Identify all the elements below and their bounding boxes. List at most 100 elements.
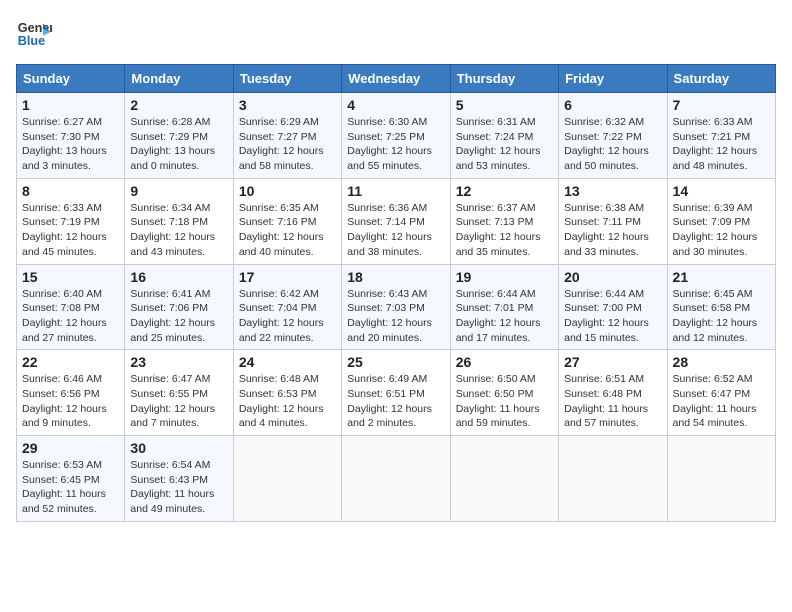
day-number: 3 xyxy=(239,97,336,113)
day-cell: 17 Sunrise: 6:42 AMSunset: 7:04 PMDayligh… xyxy=(233,264,341,350)
day-detail: Sunrise: 6:36 AMSunset: 7:14 PMDaylight:… xyxy=(347,201,444,260)
day-cell: 12Sunrise: 6:37 AMSunset: 7:13 PMDayligh… xyxy=(450,178,558,264)
day-cell xyxy=(667,436,775,522)
day-cell: 10 Sunrise: 6:35 AMSunset: 7:16 PMDayligh… xyxy=(233,178,341,264)
day-number: 2 xyxy=(130,97,227,113)
col-header-saturday: Saturday xyxy=(667,65,775,93)
day-detail: Sunrise: 6:31 AMSunset: 7:24 PMDaylight:… xyxy=(456,115,553,174)
day-cell: 20 Sunrise: 6:44 AMSunset: 7:00 PMDayligh… xyxy=(559,264,667,350)
day-cell: 25 Sunrise: 6:49 AMSunset: 6:51 PMDayligh… xyxy=(342,350,450,436)
day-cell: 6 Sunrise: 6:32 AMSunset: 7:22 PMDaylight… xyxy=(559,93,667,179)
day-cell: 30 Sunrise: 6:54 AMSunset: 6:43 PMDayligh… xyxy=(125,436,233,522)
day-number: 14 xyxy=(673,183,770,199)
day-cell: 24Sunrise: 6:48 AMSunset: 6:53 PMDayligh… xyxy=(233,350,341,436)
day-cell: 13 Sunrise: 6:38 AMSunset: 7:11 PMDayligh… xyxy=(559,178,667,264)
day-cell: 5 Sunrise: 6:31 AMSunset: 7:24 PMDaylight… xyxy=(450,93,558,179)
logo-icon: General Blue xyxy=(16,16,52,52)
day-cell: 19 Sunrise: 6:44 AMSunset: 7:01 PMDayligh… xyxy=(450,264,558,350)
day-detail: Sunrise: 6:40 AMSunset: 7:08 PMDaylight:… xyxy=(22,287,119,346)
day-detail: Sunrise: 6:28 AMSunset: 7:29 PMDaylight:… xyxy=(130,115,227,174)
day-number: 13 xyxy=(564,183,661,199)
day-detail: Sunrise: 6:33 AMSunset: 7:19 PMDaylight:… xyxy=(22,201,119,260)
day-detail: Sunrise: 6:33 AMSunset: 7:21 PMDaylight:… xyxy=(673,115,770,174)
week-row-4: 22 Sunrise: 6:46 AMSunset: 6:56 PMDayligh… xyxy=(17,350,776,436)
day-detail: Sunrise: 6:43 AMSunset: 7:03 PMDaylight:… xyxy=(347,287,444,346)
col-header-thursday: Thursday xyxy=(450,65,558,93)
day-number: 30 xyxy=(130,440,227,456)
day-number: 17 xyxy=(239,269,336,285)
day-number: 5 xyxy=(456,97,553,113)
day-cell: 8 Sunrise: 6:33 AMSunset: 7:19 PMDaylight… xyxy=(17,178,125,264)
day-cell: 11 Sunrise: 6:36 AMSunset: 7:14 PMDayligh… xyxy=(342,178,450,264)
day-detail: Sunrise: 6:41 AMSunset: 7:06 PMDaylight:… xyxy=(130,287,227,346)
day-number: 4 xyxy=(347,97,444,113)
day-detail: Sunrise: 6:30 AMSunset: 7:25 PMDaylight:… xyxy=(347,115,444,174)
day-number: 28 xyxy=(673,354,770,370)
day-cell: 26Sunrise: 6:50 AMSunset: 6:50 PMDayligh… xyxy=(450,350,558,436)
day-cell: 4 Sunrise: 6:30 AMSunset: 7:25 PMDaylight… xyxy=(342,93,450,179)
day-detail: Sunrise: 6:34 AMSunset: 7:18 PMDaylight:… xyxy=(130,201,227,260)
page-header: General Blue xyxy=(16,16,776,52)
day-cell: 18 Sunrise: 6:43 AMSunset: 7:03 PMDayligh… xyxy=(342,264,450,350)
day-cell: 23Sunrise: 6:47 AMSunset: 6:55 PMDayligh… xyxy=(125,350,233,436)
day-number: 20 xyxy=(564,269,661,285)
day-number: 12 xyxy=(456,183,553,199)
day-cell: 14 Sunrise: 6:39 AMSunset: 7:09 PMDayligh… xyxy=(667,178,775,264)
svg-text:Blue: Blue xyxy=(18,34,45,48)
day-number: 24 xyxy=(239,354,336,370)
day-detail: Sunrise: 6:38 AMSunset: 7:11 PMDaylight:… xyxy=(564,201,661,260)
logo: General Blue xyxy=(16,16,52,52)
day-detail: Sunrise: 6:53 AMSunset: 6:45 PMDaylight:… xyxy=(22,458,119,517)
day-detail: Sunrise: 6:44 AMSunset: 7:01 PMDaylight:… xyxy=(456,287,553,346)
day-number: 29 xyxy=(22,440,119,456)
day-cell: 21 Sunrise: 6:45 AMSunset: 6:58 PMDayligh… xyxy=(667,264,775,350)
col-header-wednesday: Wednesday xyxy=(342,65,450,93)
day-detail: Sunrise: 6:49 AMSunset: 6:51 PMDaylight:… xyxy=(347,372,444,431)
day-number: 9 xyxy=(130,183,227,199)
day-number: 8 xyxy=(22,183,119,199)
day-cell: 7Sunrise: 6:33 AMSunset: 7:21 PMDaylight… xyxy=(667,93,775,179)
day-detail: Sunrise: 6:44 AMSunset: 7:00 PMDaylight:… xyxy=(564,287,661,346)
day-cell: 9 Sunrise: 6:34 AMSunset: 7:18 PMDaylight… xyxy=(125,178,233,264)
day-number: 11 xyxy=(347,183,444,199)
day-cell: 28Sunrise: 6:52 AMSunset: 6:47 PMDayligh… xyxy=(667,350,775,436)
day-number: 25 xyxy=(347,354,444,370)
day-cell: 29 Sunrise: 6:53 AMSunset: 6:45 PMDayligh… xyxy=(17,436,125,522)
col-header-sunday: Sunday xyxy=(17,65,125,93)
day-cell: 22 Sunrise: 6:46 AMSunset: 6:56 PMDayligh… xyxy=(17,350,125,436)
day-detail: Sunrise: 6:51 AMSunset: 6:48 PMDaylight:… xyxy=(564,372,661,431)
day-number: 18 xyxy=(347,269,444,285)
day-number: 6 xyxy=(564,97,661,113)
day-detail: Sunrise: 6:32 AMSunset: 7:22 PMDaylight:… xyxy=(564,115,661,174)
day-cell xyxy=(342,436,450,522)
day-number: 21 xyxy=(673,269,770,285)
day-number: 19 xyxy=(456,269,553,285)
day-detail: Sunrise: 6:45 AMSunset: 6:58 PMDaylight:… xyxy=(673,287,770,346)
day-detail: Sunrise: 6:35 AMSunset: 7:16 PMDaylight:… xyxy=(239,201,336,260)
day-number: 27 xyxy=(564,354,661,370)
day-cell xyxy=(559,436,667,522)
calendar-body: 1 Sunrise: 6:27 AMSunset: 7:30 PMDaylight… xyxy=(17,93,776,522)
week-row-2: 8 Sunrise: 6:33 AMSunset: 7:19 PMDaylight… xyxy=(17,178,776,264)
day-detail: Sunrise: 6:54 AMSunset: 6:43 PMDaylight:… xyxy=(130,458,227,517)
day-detail: Sunrise: 6:27 AMSunset: 7:30 PMDaylight:… xyxy=(22,115,119,174)
day-number: 16 xyxy=(130,269,227,285)
day-number: 22 xyxy=(22,354,119,370)
day-cell xyxy=(233,436,341,522)
calendar-header: SundayMondayTuesdayWednesdayThursdayFrid… xyxy=(17,65,776,93)
day-number: 1 xyxy=(22,97,119,113)
col-header-tuesday: Tuesday xyxy=(233,65,341,93)
calendar-table: SundayMondayTuesdayWednesdayThursdayFrid… xyxy=(16,64,776,522)
day-detail: Sunrise: 6:42 AMSunset: 7:04 PMDaylight:… xyxy=(239,287,336,346)
week-row-5: 29 Sunrise: 6:53 AMSunset: 6:45 PMDayligh… xyxy=(17,436,776,522)
week-row-3: 15Sunrise: 6:40 AMSunset: 7:08 PMDayligh… xyxy=(17,264,776,350)
day-detail: Sunrise: 6:50 AMSunset: 6:50 PMDaylight:… xyxy=(456,372,553,431)
week-row-1: 1 Sunrise: 6:27 AMSunset: 7:30 PMDaylight… xyxy=(17,93,776,179)
day-detail: Sunrise: 6:39 AMSunset: 7:09 PMDaylight:… xyxy=(673,201,770,260)
header-row: SundayMondayTuesdayWednesdayThursdayFrid… xyxy=(17,65,776,93)
day-detail: Sunrise: 6:46 AMSunset: 6:56 PMDaylight:… xyxy=(22,372,119,431)
day-cell: 2 Sunrise: 6:28 AMSunset: 7:29 PMDaylight… xyxy=(125,93,233,179)
day-number: 10 xyxy=(239,183,336,199)
day-number: 23 xyxy=(130,354,227,370)
day-detail: Sunrise: 6:29 AMSunset: 7:27 PMDaylight:… xyxy=(239,115,336,174)
